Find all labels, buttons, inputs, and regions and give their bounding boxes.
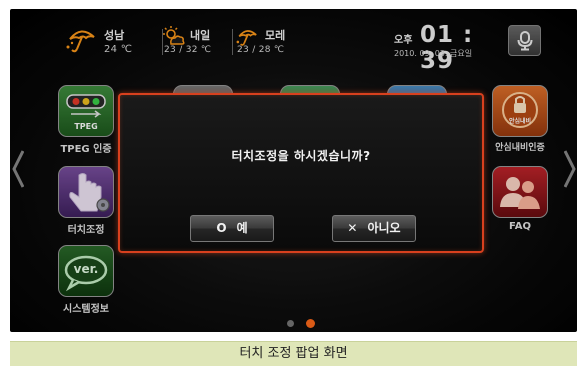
no-button-label: 아니오	[367, 221, 401, 235]
navigation-screen: 성남 24 ℃ 내일 23 / 32 ℃ 모레 23 / 28 ℃ 오후 01 …	[10, 9, 577, 332]
no-button[interactable]: ✕ 아니오	[332, 215, 416, 242]
yes-button-label: 예	[236, 221, 248, 235]
dialog-message: 터치조정을 하시겠습니까?	[231, 149, 371, 163]
circle-o-icon: O	[216, 221, 227, 235]
close-x-icon: ✕	[347, 221, 358, 235]
figure-frame: 성남 24 ℃ 내일 23 / 32 ℃ 모레 23 / 28 ℃ 오후 01 …	[0, 0, 585, 368]
yes-button[interactable]: O예	[190, 215, 274, 242]
touch-calibration-dialog: 터치조정을 하시겠습니까? O예 ✕ 아니오	[118, 93, 484, 253]
figure-caption: 터치 조정 팝업 화면	[10, 341, 577, 366]
